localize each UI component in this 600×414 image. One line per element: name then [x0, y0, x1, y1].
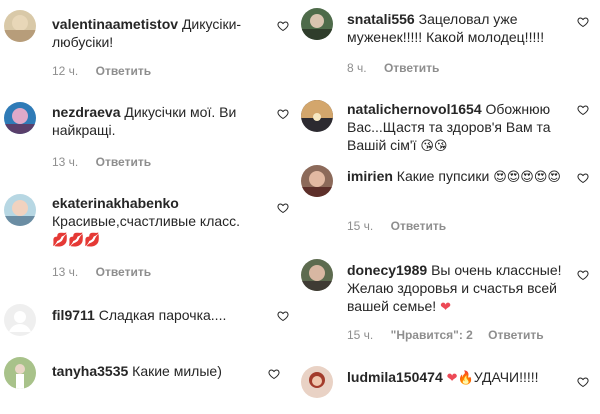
comment-username[interactable]: fil9711 [52, 307, 95, 323]
avatar[interactable] [301, 100, 333, 132]
heart-outline-icon[interactable] [577, 376, 589, 388]
comment-emoji: ❤ [440, 300, 451, 315]
comment-item: imirien Какие пупсики 😍😍😍😍😍 15 ч. Ответи… [300, 160, 600, 244]
comment-username[interactable]: ekaterinakhabenko [52, 195, 179, 211]
comment-username[interactable]: natalichernovol1654 [347, 101, 482, 117]
comment-username[interactable]: imirien [347, 168, 393, 184]
comments-column-right: snatali556 Зацеловал уже муженек!!!!! Ка… [300, 0, 600, 414]
heart-outline-icon[interactable] [277, 20, 289, 32]
comment-meta: 13 ч. Ответить [52, 154, 161, 170]
comment-time[interactable]: 13 ч. [52, 155, 78, 169]
comment-time[interactable]: 12 ч. [52, 64, 78, 78]
comment-emoji: 💋💋💋 [52, 233, 101, 248]
heart-outline-icon[interactable] [277, 108, 289, 120]
comment-body: imirien Какие пупсики 😍😍😍😍😍 [347, 167, 562, 187]
comment-username[interactable]: nezdraeva [52, 104, 120, 120]
reply-button[interactable]: Ответить [96, 64, 151, 78]
heart-outline-icon[interactable] [577, 16, 589, 28]
avatar[interactable] [301, 165, 333, 197]
comment-item: donecy1989 Вы очень классные! Желаю здор… [300, 255, 600, 347]
avatar[interactable] [301, 259, 333, 291]
comment-text: Какие милые) [132, 363, 222, 379]
heart-outline-icon[interactable] [577, 104, 589, 116]
comment-meta: 15 ч. "Нравится": 2 Ответить [347, 327, 554, 343]
comment-item: valentinaametistov Дикусіки-любусіки! 12… [0, 0, 300, 90]
comment-body: ludmila150474 ❤🔥УДАЧИ!!!!! [347, 368, 562, 388]
comment-item: natalichernovol1654 Обожнюю Вас...Щастя … [300, 92, 600, 158]
avatar[interactable] [4, 102, 36, 134]
reply-button[interactable]: Ответить [96, 155, 151, 169]
comment-body: donecy1989 Вы очень классные! Желаю здор… [347, 261, 562, 317]
comment-username[interactable]: valentinaametistov [52, 16, 178, 32]
comment-body: fil9711 Сладкая парочка.... [52, 306, 262, 324]
avatar[interactable] [4, 357, 36, 389]
comment-text: Красивые,счастливые класс. [52, 213, 241, 229]
reply-button[interactable]: Ответить [384, 61, 439, 75]
comment-username[interactable]: donecy1989 [347, 262, 427, 278]
comment-emoji: 😘😘 [420, 139, 448, 154]
comments-column-left: valentinaametistov Дикусіки-любусіки! 12… [0, 0, 300, 414]
comment-meta: 15 ч. Ответить [347, 218, 456, 234]
comment-item: nezdraeva Дикусічки мої. Ви найкращі. 13… [0, 92, 300, 182]
comment-meta: 13 ч. Ответить [52, 264, 161, 280]
comment-time[interactable]: 15 ч. [347, 328, 373, 342]
comment-time[interactable]: 8 ч. [347, 61, 367, 75]
comment-text: Какие пупсики [396, 168, 490, 184]
comment-item: ekaterinakhabenko Красивые,счастливые кл… [0, 186, 300, 286]
comment-text: Сладкая парочка.... [98, 307, 227, 323]
comment-item: tanyha3535 Какие милые) [0, 352, 300, 414]
heart-outline-icon[interactable] [577, 172, 589, 184]
comment-body: valentinaametistov Дикусіки-любусіки! [52, 15, 262, 51]
reply-button[interactable]: Ответить [96, 265, 151, 279]
comment-body: ekaterinakhabenko Красивые,счастливые кл… [52, 194, 252, 250]
comment-body: snatali556 Зацеловал уже муженек!!!!! Ка… [347, 10, 562, 46]
avatar[interactable] [301, 366, 333, 398]
comment-body: tanyha3535 Какие милые) [52, 362, 262, 380]
comment-username[interactable]: snatali556 [347, 11, 415, 27]
comment-username[interactable]: tanyha3535 [52, 363, 128, 379]
heart-outline-icon[interactable] [277, 310, 289, 322]
comment-item: ludmila150474 ❤🔥УДАЧИ!!!!! [300, 356, 600, 414]
comment-item: snatali556 Зацеловал уже муженек!!!!! Ка… [300, 0, 600, 84]
heart-outline-icon[interactable] [277, 202, 289, 214]
avatar[interactable] [4, 304, 36, 336]
comment-username[interactable]: ludmila150474 [347, 369, 443, 385]
heart-outline-icon[interactable] [577, 269, 589, 281]
comment-emoji: 😍😍😍😍😍 [493, 170, 561, 185]
avatar[interactable] [4, 10, 36, 42]
comment-body: nezdraeva Дикусічки мої. Ви найкращі. [52, 103, 262, 139]
reply-button[interactable]: Ответить [488, 328, 543, 342]
reply-button[interactable]: Ответить [391, 219, 446, 233]
comment-meta: 12 ч. Ответить [52, 63, 161, 79]
comment-body: natalichernovol1654 Обожнюю Вас...Щастя … [347, 100, 562, 156]
comment-text: УДАЧИ!!!!! [473, 369, 539, 385]
comment-item: fil9711 Сладкая парочка.... [0, 296, 300, 346]
avatar[interactable] [4, 194, 36, 226]
likes-count[interactable]: "Нравится": 2 [391, 328, 473, 342]
comment-time[interactable]: 13 ч. [52, 265, 78, 279]
avatar[interactable] [301, 8, 333, 40]
heart-outline-icon[interactable] [268, 368, 280, 380]
comment-time[interactable]: 15 ч. [347, 219, 373, 233]
comment-emoji: ❤🔥 [446, 371, 474, 386]
comment-meta: 8 ч. Ответить [347, 60, 449, 76]
